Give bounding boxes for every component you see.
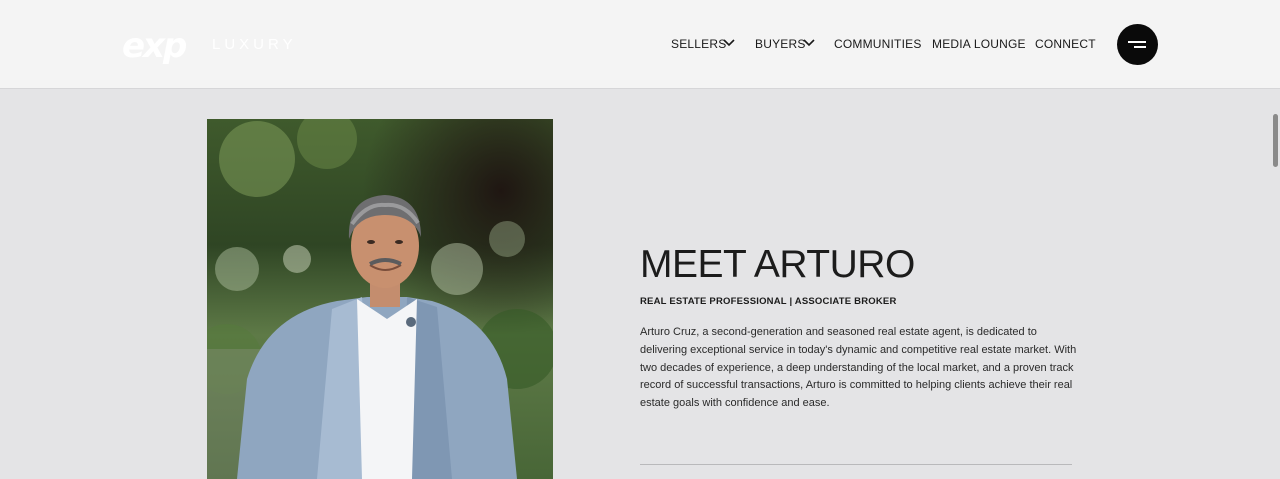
- nav-buyers[interactable]: BUYERS: [755, 37, 806, 51]
- hamburger-menu-icon: [1128, 41, 1146, 43]
- nav-media-lounge[interactable]: MEDIA LOUNGE: [932, 37, 1026, 51]
- nav-sellers[interactable]: SELLERS: [671, 37, 726, 51]
- agent-photo: [207, 119, 553, 479]
- agent-role: REAL ESTATE PROFESSIONAL | ASSOCIATE BRO…: [640, 296, 897, 307]
- site-header: exp LUXURY SELLERS BUYERS COMMUNITIES ME…: [0, 0, 1280, 89]
- section-divider: [640, 464, 1072, 465]
- agent-bio: Arturo Cruz, a second-generation and sea…: [640, 326, 1077, 410]
- nav-communities[interactable]: COMMUNITIES: [834, 37, 922, 51]
- nav-connect[interactable]: CONNECT: [1035, 37, 1096, 51]
- page-scrollbar[interactable]: [1273, 114, 1278, 167]
- hamburger-menu-button[interactable]: [1117, 24, 1158, 65]
- page-title: MEET ARTURO: [640, 243, 915, 286]
- chevron-down-icon[interactable]: [722, 36, 736, 50]
- chevron-down-icon[interactable]: [802, 36, 816, 50]
- main-nav: SELLERS BUYERS COMMUNITIES MEDIA LOUNGE …: [0, 0, 1280, 89]
- agent-portrait-image: [207, 119, 553, 479]
